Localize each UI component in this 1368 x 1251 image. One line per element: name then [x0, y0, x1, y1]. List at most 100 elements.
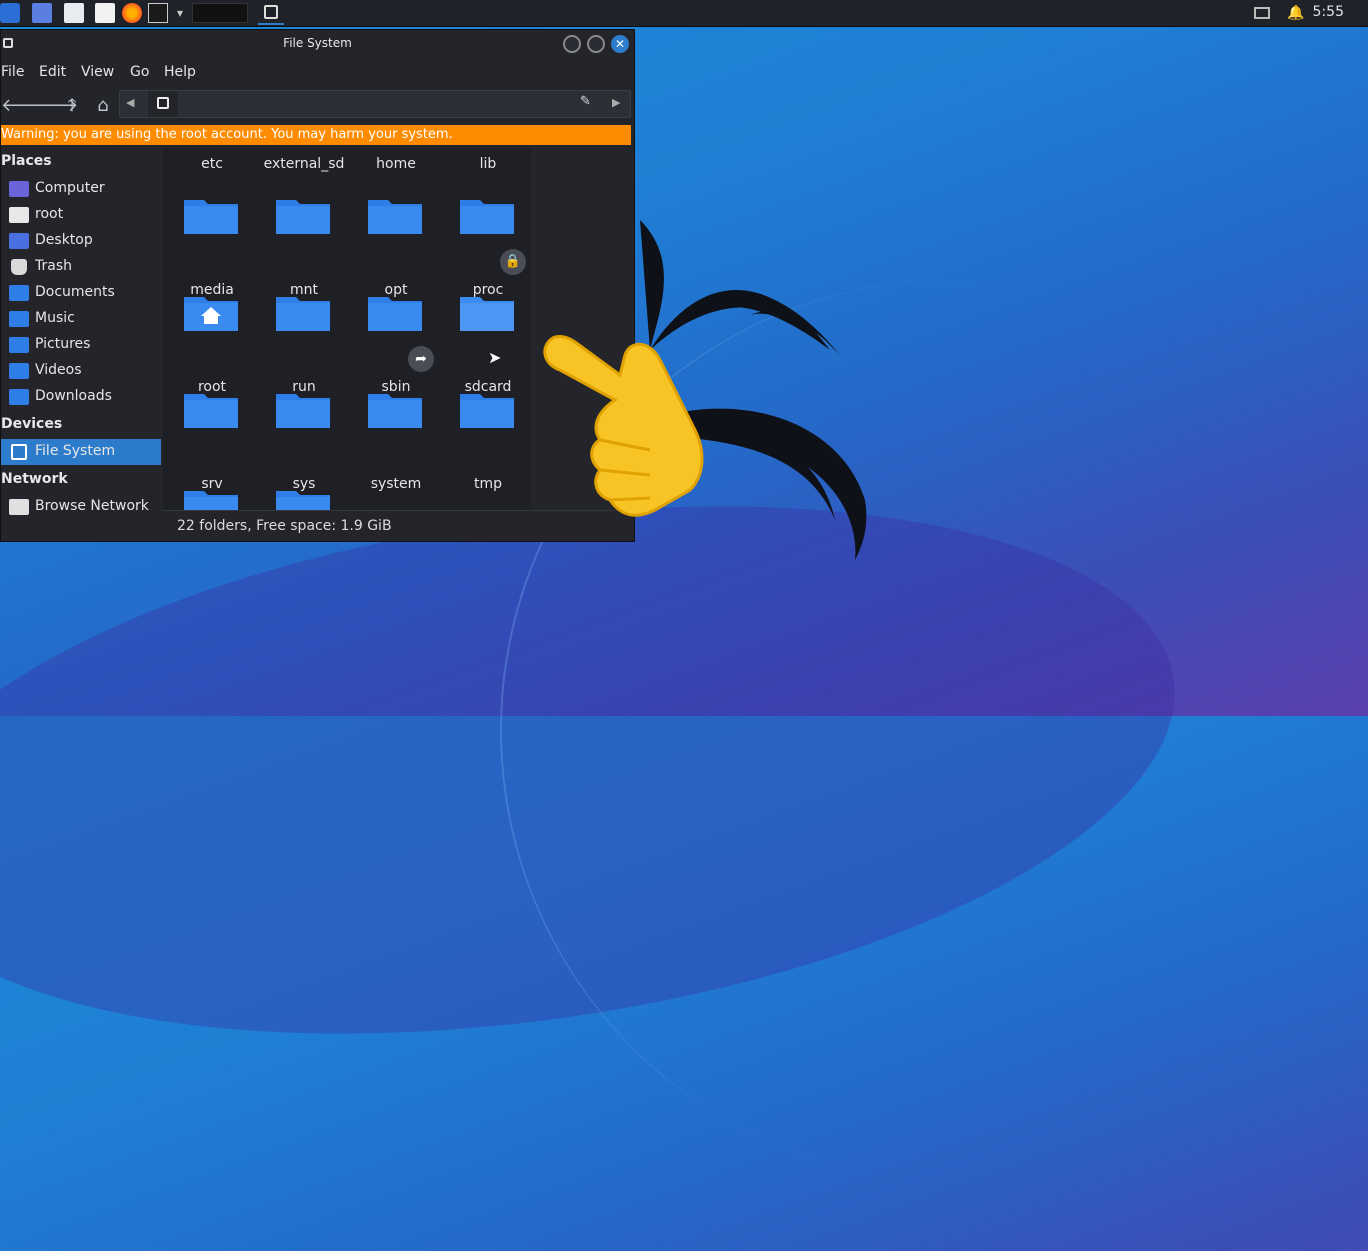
sidebar-item-label: Music [35, 310, 75, 326]
folder-label: home [376, 156, 416, 172]
music-folder-icon [9, 311, 29, 327]
videos-folder-icon [9, 363, 29, 379]
menu-help[interactable]: Help [164, 64, 196, 80]
folder-icon[interactable] [274, 485, 332, 510]
up-arrow-icon[interactable]: 🡑 [61, 95, 83, 117]
sidebar-item-label: root [35, 206, 64, 222]
clock[interactable]: 5:55 [1313, 4, 1344, 20]
taskbar-file-system-icon[interactable] [258, 3, 284, 25]
bell-icon[interactable]: 🔔 [1287, 3, 1307, 23]
home-icon[interactable]: ⌂ [92, 95, 114, 117]
text-editor-icon[interactable] [95, 3, 115, 23]
home-folder-icon[interactable] [182, 291, 240, 333]
sidebar-item-computer[interactable]: Computer [1, 176, 161, 202]
network-icon [9, 499, 29, 515]
sidebar-item-trash[interactable]: Trash [1, 254, 161, 280]
workspace-icon[interactable] [32, 3, 52, 23]
drive-icon [11, 444, 27, 460]
network-header: Network [1, 471, 68, 487]
folder-icon[interactable] [274, 291, 332, 333]
sidebar-item-label: Desktop [35, 232, 93, 248]
folder-icon[interactable] [458, 388, 516, 430]
workspace-switcher[interactable] [192, 3, 248, 23]
folder-icon[interactable] [182, 485, 240, 510]
downloads-folder-icon [9, 389, 29, 405]
folder-label: etc [201, 156, 223, 172]
sidebar-item-label: Browse Network [35, 498, 149, 514]
pictures-folder-icon [9, 337, 29, 353]
pointing-hand-icon [543, 335, 704, 517]
titlebar[interactable]: File System ✕ [1, 30, 634, 58]
window-title: File System [283, 36, 352, 50]
folder-label: external_sd [263, 156, 345, 172]
folder-icon[interactable] [366, 291, 424, 333]
sidebar-item-file-system[interactable]: File System [1, 439, 161, 465]
sidebar-item-downloads[interactable]: Downloads [1, 384, 161, 410]
folder-label: tmp [473, 476, 502, 492]
close-button[interactable]: ✕ [611, 35, 629, 53]
folder-label: lib [479, 156, 497, 172]
menu-edit[interactable]: Edit [39, 64, 66, 80]
edit-path-pencil-icon[interactable]: ✎ [580, 94, 591, 109]
menubar: File Edit View Go Help [1, 60, 634, 84]
display-icon[interactable] [1254, 7, 1270, 19]
sidebar-item-root[interactable]: root [1, 202, 161, 228]
maximize-button[interactable] [587, 35, 605, 53]
kali-menu-icon[interactable] [0, 3, 20, 23]
minimize-button[interactable] [563, 35, 581, 53]
location-bar[interactable]: ◀ ✎ ▶ [119, 90, 631, 118]
sidebar-item-label: Downloads [35, 388, 112, 404]
menu-file[interactable]: File [1, 64, 24, 80]
folder-item-home[interactable]: home [350, 156, 442, 172]
places-header: Places [1, 153, 52, 169]
file-manager-icon[interactable] [64, 3, 84, 23]
devices-header: Devices [1, 416, 63, 432]
forward-arrow-icon[interactable]: 🡒 [30, 95, 78, 117]
sidebar-item-desktop[interactable]: Desktop [1, 228, 161, 254]
sidebar-item-label: Videos [35, 362, 82, 378]
folder-item-external-sd[interactable]: external_sd [258, 156, 350, 172]
folder-item-lib[interactable]: lib [442, 156, 531, 172]
sidebar-item-pictures[interactable]: Pictures [1, 332, 161, 358]
sidebar-item-videos[interactable]: Videos [1, 358, 161, 384]
sidebar-item-music[interactable]: Music [1, 306, 161, 332]
folder-item-etc[interactable]: etc [166, 156, 258, 172]
folder-icon[interactable] [182, 388, 240, 430]
path-right-arrow-icon[interactable]: ▶ [612, 96, 620, 109]
sidebar: Places Computer root Desktop Trash Docum… [1, 148, 161, 541]
root-warning-bar: Warning: you are using the root account.… [1, 125, 631, 145]
trash-icon [11, 259, 27, 275]
folder-icon[interactable] [182, 194, 240, 236]
file-view[interactable]: etc external_sd home lib 🔒 media mnt opt… [163, 148, 531, 510]
sidebar-item-label: Trash [35, 258, 72, 274]
sidebar-item-label: File System [35, 443, 116, 459]
folder-item-tmp[interactable]: tmp [442, 476, 531, 492]
firefox-icon[interactable] [122, 3, 142, 23]
folder-icon[interactable] [274, 388, 332, 430]
drive-icon[interactable] [148, 91, 178, 117]
sidebar-item-documents[interactable]: Documents [1, 280, 161, 306]
folder-icon[interactable] [458, 194, 516, 236]
menu-view[interactable]: View [81, 64, 114, 80]
sidebar-item-label: Documents [35, 284, 115, 300]
folder-icon[interactable] [274, 194, 332, 236]
chevron-down-icon[interactable]: ▾ [170, 3, 190, 23]
sidebar-item-browse-network[interactable]: Browse Network [1, 494, 161, 520]
home-folder-icon [9, 207, 29, 223]
folder-item-system[interactable]: system [350, 476, 442, 492]
menu-go[interactable]: Go [130, 64, 149, 80]
computer-icon [9, 181, 29, 197]
mouse-cursor-icon: ➤ [488, 348, 502, 367]
status-text: 22 folders, Free space: 1.9 GiB [177, 518, 392, 534]
documents-folder-icon [9, 285, 29, 301]
path-left-arrow-icon[interactable]: ◀ [126, 96, 134, 109]
folder-icon[interactable] [458, 291, 516, 333]
symlink-arrow-icon: ➦ [408, 346, 434, 372]
terminal-icon[interactable] [148, 3, 168, 23]
folder-icon[interactable] [366, 388, 424, 430]
back-arrow-icon[interactable]: 🡐 [1, 95, 49, 117]
desktop-icon [9, 233, 29, 249]
folder-icon[interactable] [366, 194, 424, 236]
sidebar-item-label: Computer [35, 180, 105, 196]
sidebar-item-label: Pictures [35, 336, 91, 352]
